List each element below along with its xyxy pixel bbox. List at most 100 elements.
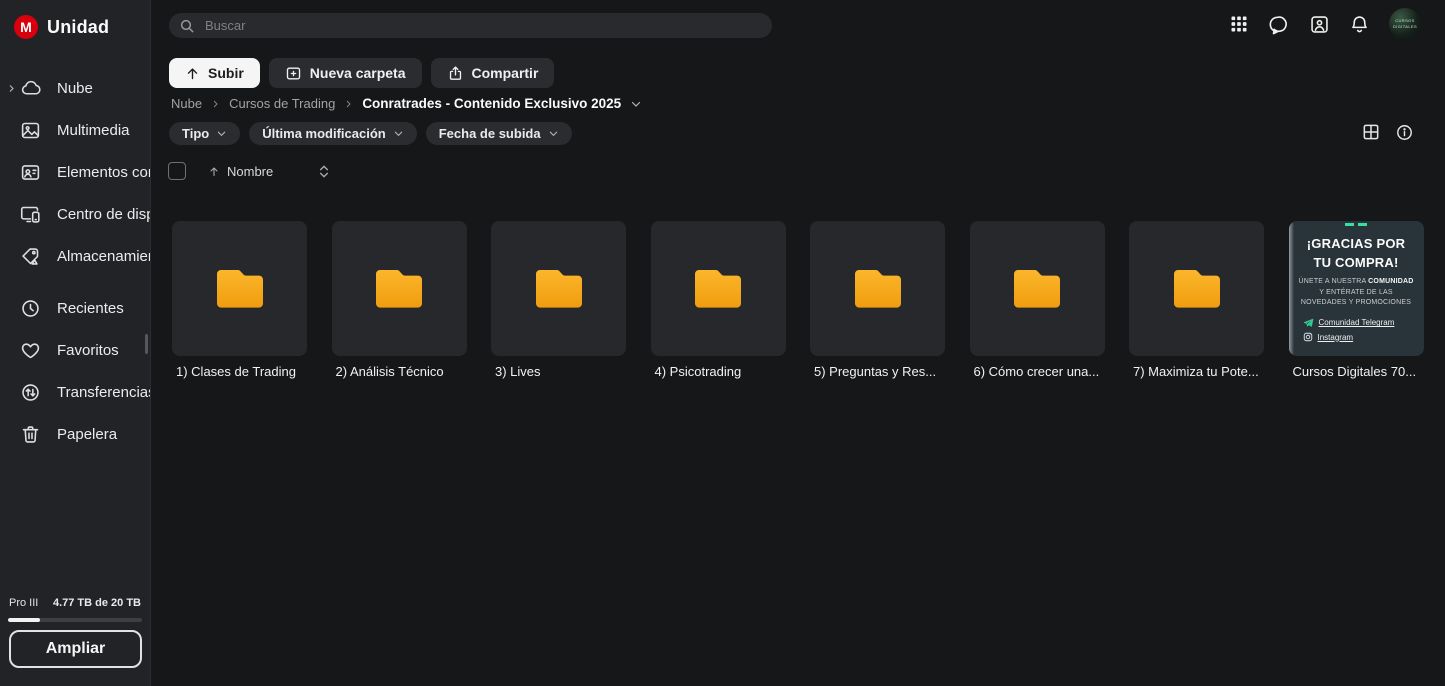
folder-card[interactable] — [332, 221, 467, 356]
file-name[interactable]: Cursos Digitales 70... — [1289, 364, 1424, 379]
chevron-down-icon — [393, 128, 404, 139]
heart-icon — [20, 340, 41, 361]
thumbnail-title: ¡GRACIAS POR TU COMPRA! — [1289, 235, 1424, 273]
avatar[interactable]: CURSOS DIGITALES — [1389, 8, 1421, 40]
cloud-icon — [20, 78, 41, 99]
chevron-down-icon[interactable] — [630, 98, 642, 110]
main-content: CURSOS DIGITALES Subir Nueva carpeta Com… — [152, 0, 1445, 686]
file-name[interactable]: 3) Lives — [491, 364, 626, 379]
sidebar-item-elementos-compartidos[interactable]: Elementos compartidos — [0, 151, 150, 193]
search-bar[interactable] — [169, 13, 772, 38]
storage-progress-bar — [8, 618, 142, 622]
file-name[interactable]: 2) Análisis Técnico — [332, 364, 467, 379]
filter-chip-tipo[interactable]: Tipo — [169, 122, 240, 145]
chevron-right-icon — [344, 99, 353, 109]
shared-folder-icon — [20, 162, 41, 183]
notifications-icon[interactable] — [1349, 14, 1370, 35]
sidebar-item-transferencias[interactable]: Transferencias — [0, 371, 150, 413]
select-all-checkbox[interactable] — [168, 162, 186, 180]
sort-toggle-icon[interactable] — [319, 165, 329, 178]
storage-progress-fill — [8, 618, 40, 622]
file-name[interactable]: 7) Maximiza tu Pote... — [1129, 364, 1264, 379]
breadcrumb-item-cursos[interactable]: Cursos de Trading — [229, 96, 335, 111]
storage-usage-text: 4.77 TB de 20 TB — [53, 597, 141, 609]
list-header: Nombre — [168, 162, 329, 180]
grid-view-icon[interactable] — [1361, 122, 1381, 142]
thumbnail-body-text: ÚNETE A NUESTRA COMUNIDAD Y ENTÉRATE DE … — [1297, 277, 1416, 310]
sidebar-item-label: Almacenamiento — [57, 248, 150, 265]
sidebar-item-label: Nube — [57, 80, 93, 97]
sidebar-scrollbar[interactable] — [145, 334, 148, 354]
storage-usage-row: Pro III 4.77 TB de 20 TB — [9, 597, 141, 609]
sidebar-item-label: Centro de dispositivos — [57, 206, 150, 223]
sort-by-name-label[interactable]: Nombre — [227, 164, 273, 179]
filter-chip-ultima-modificacion[interactable]: Última modificación — [249, 122, 417, 145]
telegram-icon — [1303, 317, 1314, 328]
folder-icon — [372, 266, 426, 312]
transfer-icon — [20, 382, 41, 403]
sidebar: M Unidad Nube Multimedia Elementos compa… — [0, 0, 151, 686]
instagram-link-row: Instagram — [1303, 332, 1424, 342]
new-folder-button[interactable]: Nueva carpeta — [269, 58, 422, 88]
chevron-right-icon[interactable] — [7, 84, 16, 93]
trash-icon — [20, 424, 41, 445]
info-icon[interactable] — [1395, 123, 1414, 142]
sidebar-item-label: Elementos compartidos — [57, 164, 150, 181]
chat-icon[interactable] — [1268, 13, 1290, 35]
upload-arrow-icon — [185, 66, 200, 81]
image-thumbnail[interactable]: ¡GRACIAS POR TU COMPRA! ÚNETE A NUESTRA … — [1289, 221, 1424, 356]
telegram-link: Comunidad Telegram — [1319, 318, 1395, 327]
folder-card[interactable] — [172, 221, 307, 356]
search-input[interactable] — [205, 18, 762, 33]
brand-logo[interactable]: M Unidad — [0, 0, 150, 39]
apps-grid-icon[interactable] — [1229, 14, 1249, 34]
folder-card[interactable] — [1129, 221, 1264, 356]
plan-badge: Pro III — [9, 597, 38, 609]
contacts-icon[interactable] — [1309, 14, 1330, 35]
filter-chip-fecha-de-subida[interactable]: Fecha de subida — [426, 122, 572, 145]
breadcrumb-current[interactable]: Conratrades - Contenido Exclusivo 2025 — [362, 96, 621, 111]
chevron-down-icon — [548, 128, 559, 139]
clock-icon — [20, 298, 41, 319]
sidebar-item-multimedia[interactable]: Multimedia — [0, 109, 150, 151]
folder-icon — [851, 266, 905, 312]
file-name[interactable]: 1) Clases de Trading — [172, 364, 307, 379]
folder-card[interactable] — [651, 221, 786, 356]
file-name[interactable]: 5) Preguntas y Res... — [810, 364, 945, 379]
folder-card[interactable] — [970, 221, 1105, 356]
file-tile: 1) Clases de Trading — [172, 221, 307, 379]
sidebar-item-label: Recientes — [57, 300, 124, 317]
file-grid: 1) Clases de Trading 2) Análisis Técnico… — [172, 221, 1424, 379]
telegram-link-row: Comunidad Telegram — [1303, 317, 1424, 328]
sidebar-item-label: Favoritos — [57, 342, 119, 359]
sidebar-item-recientes[interactable]: Recientes — [0, 287, 150, 329]
sidebar-item-label: Transferencias — [57, 384, 150, 401]
sidebar-item-nube[interactable]: Nube — [0, 67, 150, 109]
sidebar-item-centro-de-dispositivos[interactable]: Centro de dispositivos — [0, 193, 150, 235]
sidebar-item-papelera[interactable]: Papelera — [0, 413, 150, 455]
thumbnail-cropped-text — [1289, 223, 1424, 226]
file-tile: ¡GRACIAS POR TU COMPRA! ÚNETE A NUESTRA … — [1289, 221, 1424, 379]
sort-direction-arrow-icon[interactable] — [208, 165, 220, 178]
mega-logo-icon: M — [14, 15, 38, 39]
instagram-icon — [1303, 332, 1313, 342]
upgrade-button[interactable]: Ampliar — [9, 630, 142, 668]
sidebar-item-almacenamiento[interactable]: Almacenamiento — [0, 235, 150, 277]
share-button[interactable]: Compartir — [431, 58, 555, 88]
folder-icon — [532, 266, 586, 312]
folder-icon — [691, 266, 745, 312]
view-controls — [1361, 122, 1414, 142]
folder-icon — [1170, 266, 1224, 312]
upload-button[interactable]: Subir — [169, 58, 260, 88]
tag-icon — [20, 246, 41, 267]
file-tile: 3) Lives — [491, 221, 626, 379]
file-name[interactable]: 6) Cómo crecer una... — [970, 364, 1105, 379]
sidebar-item-favoritos[interactable]: Favoritos — [0, 329, 150, 371]
chevron-down-icon — [216, 128, 227, 139]
devices-icon — [20, 204, 41, 225]
folder-card[interactable] — [810, 221, 945, 356]
folder-card[interactable] — [491, 221, 626, 356]
file-name[interactable]: 4) Psicotrading — [651, 364, 786, 379]
file-tile: 5) Preguntas y Res... — [810, 221, 945, 379]
breadcrumb-item-nube[interactable]: Nube — [171, 96, 202, 111]
